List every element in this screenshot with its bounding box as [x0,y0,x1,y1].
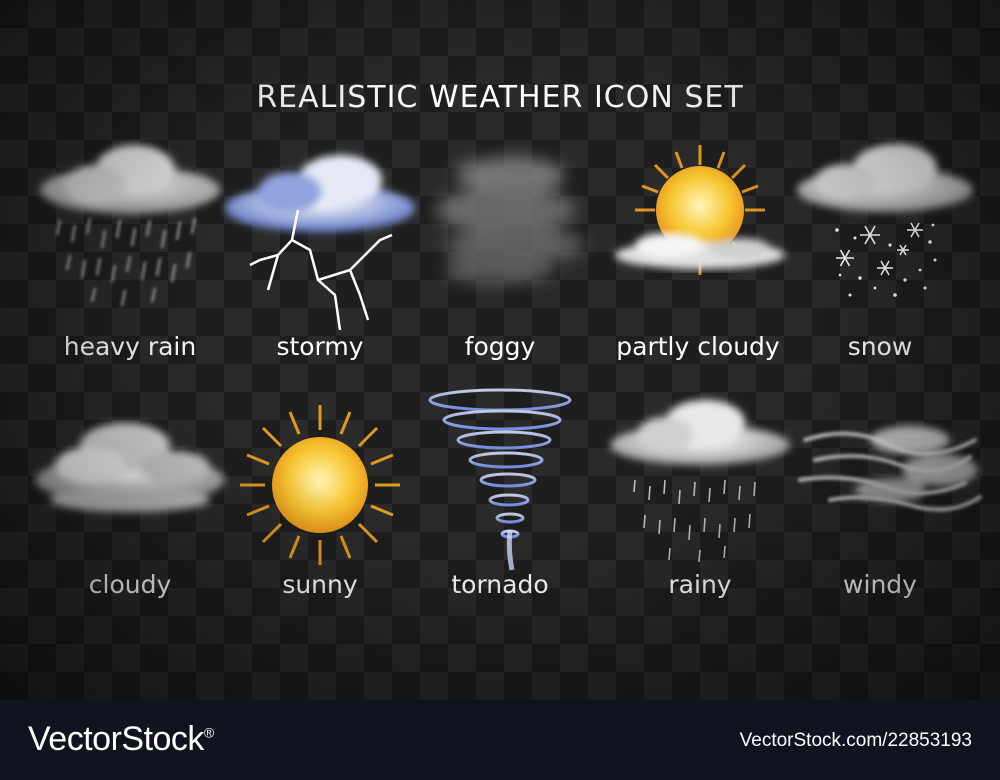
label-snow: snow [847,332,913,361]
label-cloudy: cloudy [88,570,172,599]
label-windy: windy [843,570,917,599]
sun-icon [220,385,420,585]
wind-icon [790,395,990,595]
page-title: REALISTIC WEATHER ICON SET [256,80,744,115]
label-stormy: stormy [276,332,364,361]
heavy-rain-icon [30,130,230,330]
rain-icon [600,390,800,590]
snow-icon [785,130,985,330]
artwork-canvas: REALISTIC WEATHER ICON SET heavy rain st… [0,0,1000,700]
label-rainy: rainy [668,570,732,599]
partly-cloudy-icon [600,130,800,330]
brand-logo[interactable]: VectorStock® [28,720,214,759]
cloud-icon [30,395,230,595]
footer-bar: VectorStock® VectorStock.com/22853193 [0,700,1000,780]
stock-id-link[interactable]: VectorStock.com/22853193 [740,730,972,752]
label-tornado: tornado [451,570,549,599]
tornado-icon [400,380,600,580]
label-sunny: sunny [282,570,358,599]
storm-icon [220,130,420,330]
brand-name: VectorStock [28,720,204,758]
registered-mark: ® [203,724,214,741]
label-foggy: foggy [464,332,536,361]
label-heavy-rain: heavy rain [63,332,197,361]
fog-icon [410,130,610,330]
